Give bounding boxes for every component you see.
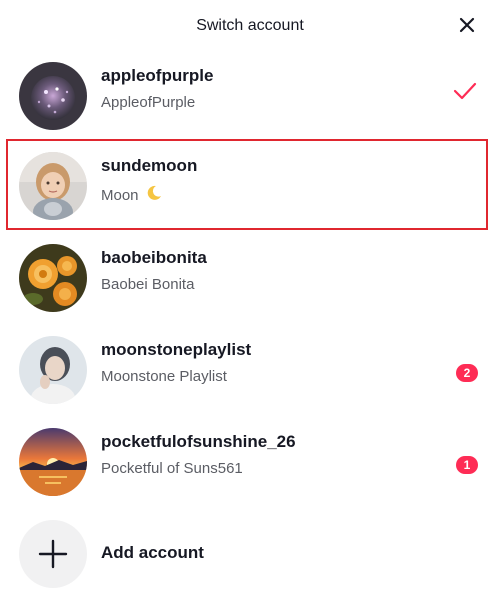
account-display-name-text: AppleofPurple (101, 94, 196, 111)
add-account-row[interactable]: Add account (0, 510, 500, 600)
account-row-moonstoneplaylist[interactable]: moonstoneplaylist Moonstone Playlist 2 (0, 326, 500, 416)
add-account-label: Add account (101, 543, 204, 562)
avatar-woman-portrait (19, 336, 87, 404)
sheet-header: Switch account (0, 0, 500, 52)
account-row-appleofpurple[interactable]: appleofpurple AppleofPurple (0, 52, 500, 142)
switch-account-sheet: Switch account appleofpurple AppleofPurp… (0, 0, 500, 588)
account-row-pocketfulofsunshine[interactable]: pocketfulofsunshine_26 Pocketful of Suns… (0, 418, 500, 508)
account-display-name: Pocketful of Suns561 (101, 460, 243, 477)
checkmark-icon (452, 78, 478, 104)
notification-badge: 2 (456, 364, 478, 382)
account-display-name-text: Pocketful of Suns561 (101, 460, 243, 477)
account-row-baobeibonita[interactable]: baobeibonita Baobei Bonita (0, 234, 500, 324)
sheet-title: Switch account (196, 17, 304, 34)
account-username: appleofpurple (101, 66, 214, 85)
account-username: moonstoneplaylist (101, 340, 252, 359)
avatar-orange-flowers (19, 244, 87, 312)
add-account-button[interactable] (19, 520, 87, 588)
account-display-name: Moonstone Playlist (101, 368, 227, 385)
account-display-name-text: Baobei Bonita (101, 276, 195, 293)
avatar-sunset (19, 428, 87, 496)
selection-highlight-box (6, 139, 488, 230)
account-username: baobeibonita (101, 248, 207, 267)
notification-badge: 1 (456, 456, 478, 474)
account-display-name: Baobei Bonita (101, 276, 194, 293)
account-display-name-text: Moonstone Playlist (101, 368, 227, 385)
account-display-name: AppleofPurple (101, 94, 195, 111)
close-icon[interactable] (456, 14, 478, 36)
account-username: pocketfulofsunshine_26 (101, 432, 296, 451)
avatar-disco-ball (19, 62, 87, 130)
plus-icon (38, 539, 68, 569)
